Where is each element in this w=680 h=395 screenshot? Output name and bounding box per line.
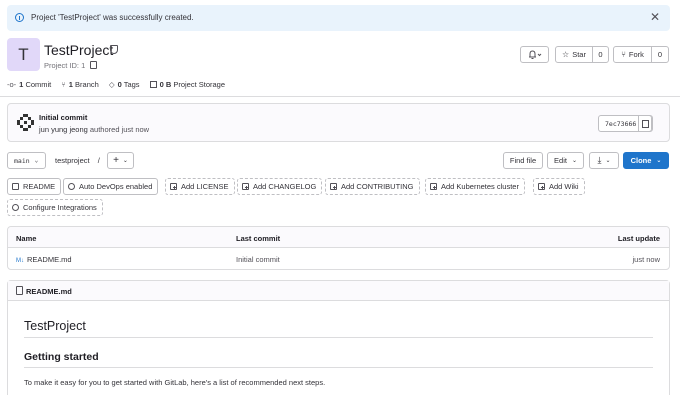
plus-icon: + bbox=[113, 155, 119, 166]
project-id: Project ID: 1 bbox=[44, 61, 86, 70]
branch-selector[interactable]: main ⌄ bbox=[7, 152, 46, 169]
tags-stat[interactable]: ◇ 0 Tags bbox=[109, 80, 140, 89]
plus-icon bbox=[330, 183, 337, 190]
author-avatar bbox=[17, 114, 34, 131]
file-updated: just now bbox=[632, 255, 660, 264]
col-name: Name bbox=[16, 234, 37, 243]
visibility-shield-icon bbox=[110, 45, 118, 54]
add-to-tree-button[interactable]: + ⌄ bbox=[107, 152, 134, 169]
plus-icon bbox=[538, 183, 545, 190]
add-contributing-chip[interactable]: Add CONTRIBUTING bbox=[325, 178, 420, 195]
divider bbox=[0, 96, 680, 97]
commit-meta: jun yung jeong authored just now bbox=[39, 125, 150, 134]
add-changelog-chip[interactable]: Add CHANGELOG bbox=[237, 178, 323, 195]
readme-h1: TestProject bbox=[24, 319, 86, 333]
plus-icon bbox=[430, 183, 437, 190]
project-title: TestProject bbox=[44, 42, 114, 58]
download-icon: ⤓ bbox=[597, 155, 602, 165]
readme-panel: README.md TestProject Getting started To… bbox=[7, 280, 670, 395]
breadcrumb: testproject / bbox=[55, 156, 100, 165]
fork-button[interactable]: ⑂ Fork bbox=[613, 46, 652, 63]
star-label: Star bbox=[572, 50, 586, 59]
commit-sha-button[interactable]: 7ec73666 bbox=[598, 115, 653, 132]
close-icon[interactable]: ✕ bbox=[650, 10, 660, 24]
copy-id-icon[interactable] bbox=[90, 61, 97, 69]
chevron-down-icon: ⌄ bbox=[656, 158, 662, 164]
readme-header: README.md bbox=[8, 281, 669, 301]
readme-filename[interactable]: README.md bbox=[26, 287, 72, 296]
storage-icon bbox=[149, 81, 157, 88]
fork-count[interactable]: 0 bbox=[651, 46, 669, 63]
bell-icon bbox=[528, 49, 541, 59]
clone-button[interactable]: Clone ⌄ bbox=[623, 152, 669, 169]
project-avatar: T bbox=[7, 38, 40, 71]
add-kubernetes-chip[interactable]: Add Kubernetes cluster bbox=[425, 178, 525, 195]
commits-stat[interactable]: -o- 1 Commit bbox=[7, 80, 51, 89]
file-commit[interactable]: Initial commit bbox=[236, 255, 280, 264]
fork-icon: ⑂ bbox=[621, 50, 626, 59]
plus-icon bbox=[170, 183, 177, 190]
gear-icon bbox=[68, 183, 75, 190]
readme-h2: Getting started bbox=[24, 351, 99, 363]
auto-devops-chip[interactable]: Auto DevOps enabled bbox=[63, 178, 159, 195]
edit-button[interactable]: Edit ⌄ bbox=[547, 152, 584, 169]
readme-paragraph: To make it easy for you to get started w… bbox=[24, 378, 326, 387]
fork-label: Fork bbox=[628, 50, 644, 59]
notifications-button[interactable] bbox=[520, 46, 549, 63]
col-last-update: Last update bbox=[617, 234, 660, 243]
commit-icon: -o- bbox=[7, 80, 17, 89]
divider bbox=[24, 367, 653, 368]
readme-chip[interactable]: README bbox=[7, 178, 62, 195]
success-alert: Project 'TestProject' was successfully c… bbox=[7, 5, 670, 31]
star-count[interactable]: 0 bbox=[592, 46, 609, 63]
tag-icon: ◇ bbox=[108, 80, 115, 89]
chevron-down-icon: ⌄ bbox=[34, 157, 39, 164]
branch-icon: ⑂ bbox=[61, 80, 66, 89]
project-stats: -o- 1 Commit ⑂ 1 Branch ◇ 0 Tags 0 B Projec… bbox=[7, 80, 225, 89]
download-button[interactable]: ⤓ ⌄ bbox=[589, 152, 619, 169]
commit-title[interactable]: Initial commit bbox=[39, 113, 87, 122]
chevron-down-icon: ⌄ bbox=[571, 158, 577, 164]
chevron-down-icon: ⌄ bbox=[605, 158, 611, 164]
chevron-down-icon: ⌄ bbox=[122, 158, 128, 164]
file-table: Name Last commit Last update M↓ README.md… bbox=[7, 226, 670, 270]
add-license-chip[interactable]: Add LICENSE bbox=[165, 178, 235, 195]
col-last-commit: Last commit bbox=[236, 234, 281, 243]
last-commit-box: Initial commit jun yung jeong authored j… bbox=[7, 103, 670, 142]
breadcrumb-project[interactable]: testproject bbox=[55, 156, 90, 165]
file-name[interactable]: M↓ README.md bbox=[16, 255, 72, 264]
star-icon: ☆ bbox=[562, 50, 570, 59]
info-icon bbox=[15, 13, 24, 22]
plus-icon bbox=[242, 183, 249, 190]
branches-stat[interactable]: ⑂ 1 Branch bbox=[61, 80, 99, 89]
commit-author[interactable]: jun yung jeong bbox=[39, 125, 88, 134]
gear-icon bbox=[12, 204, 19, 211]
copy-sha-icon[interactable] bbox=[638, 115, 652, 132]
markdown-icon: M↓ bbox=[16, 258, 24, 264]
file-icon bbox=[16, 286, 23, 295]
add-wiki-chip[interactable]: Add Wiki bbox=[533, 178, 585, 195]
storage-stat[interactable]: 0 B Project Storage bbox=[149, 80, 225, 89]
table-header: Name Last commit Last update bbox=[8, 227, 669, 248]
find-file-button[interactable]: Find file bbox=[503, 152, 543, 169]
configure-integrations-chip[interactable]: Configure Integrations bbox=[7, 199, 103, 216]
alert-message: Project 'TestProject' was successfully c… bbox=[31, 13, 194, 22]
divider bbox=[24, 337, 653, 338]
file-icon bbox=[12, 183, 19, 190]
star-button[interactable]: ☆ Star bbox=[555, 46, 593, 63]
